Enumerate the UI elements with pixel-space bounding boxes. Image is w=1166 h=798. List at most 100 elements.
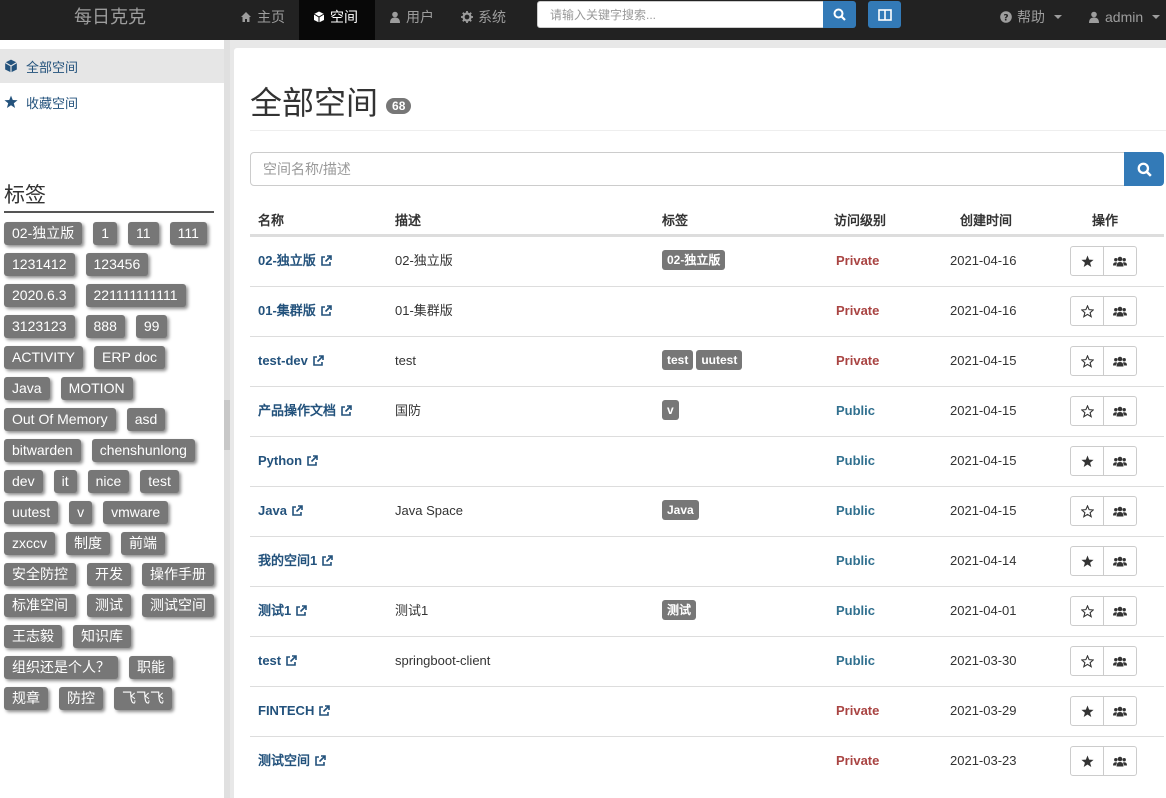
favorite-button[interactable]	[1070, 546, 1104, 576]
global-search-button[interactable]	[823, 1, 856, 28]
favorite-button[interactable]	[1070, 646, 1104, 676]
space-name-link[interactable]: 01-集群版	[258, 303, 332, 319]
tag-chip[interactable]: Java	[4, 377, 50, 400]
space-name-link[interactable]: test-dev	[258, 353, 324, 369]
members-button[interactable]	[1103, 646, 1137, 676]
tag-chip[interactable]: 开发	[87, 563, 131, 586]
tag-chip[interactable]: 安全防控	[4, 563, 76, 586]
tag-chip[interactable]: 221111111111	[85, 284, 186, 307]
favorite-button[interactable]	[1070, 296, 1104, 326]
global-search-input[interactable]: 请输入关键字搜索...	[537, 1, 824, 28]
brand-logo[interactable]: 每日克克	[74, 6, 146, 28]
space-name-link[interactable]: 测试空间	[258, 753, 326, 769]
space-tag[interactable]: Java	[662, 500, 699, 520]
space-tag[interactable]: uutest	[696, 350, 743, 370]
sidebar-item-favorites[interactable]: 收藏空间	[0, 85, 224, 119]
tag-chip[interactable]: 规章	[4, 687, 48, 710]
tag-chip[interactable]: 前端	[121, 532, 165, 555]
members-button[interactable]	[1103, 346, 1137, 376]
tag-chip[interactable]: 3123123	[4, 315, 75, 338]
members-button[interactable]	[1103, 546, 1137, 576]
layout-toggle-button[interactable]	[868, 1, 901, 28]
space-filter-button[interactable]	[1124, 152, 1164, 186]
members-button[interactable]	[1103, 596, 1137, 626]
members-button[interactable]	[1103, 746, 1137, 776]
tag-chip[interactable]: ACTIVITY	[4, 346, 84, 369]
tag-chip[interactable]: 职能	[129, 656, 173, 679]
favorite-button[interactable]	[1070, 446, 1104, 476]
members-button[interactable]	[1103, 396, 1137, 426]
nav-users[interactable]: 用户	[389, 0, 449, 40]
tag-chip[interactable]: ERP doc	[94, 346, 166, 369]
space-name-link[interactable]: Python	[258, 453, 318, 469]
tag-chip[interactable]: 测试	[87, 594, 131, 617]
tag-chip[interactable]: 飞飞飞	[114, 687, 172, 710]
tag-chip[interactable]: dev	[4, 470, 43, 493]
user-dropdown[interactable]: admin	[1088, 0, 1166, 40]
space-name-link[interactable]: test	[258, 653, 297, 669]
space-name: FINTECH	[258, 703, 315, 718]
tag-chip[interactable]: MOTION	[60, 377, 133, 400]
tag-chip[interactable]: 888	[85, 315, 125, 338]
members-button[interactable]	[1103, 696, 1137, 726]
space-tag[interactable]: 02-独立版	[662, 250, 726, 270]
favorite-button[interactable]	[1070, 396, 1104, 426]
favorite-button[interactable]	[1070, 696, 1104, 726]
tag-chip[interactable]: 知识库	[73, 625, 131, 648]
star-icon	[1080, 555, 1094, 567]
tag-chip[interactable]: 1	[93, 222, 118, 245]
space-tag[interactable]: test	[662, 350, 694, 370]
favorite-button[interactable]	[1070, 246, 1104, 276]
tag-chip[interactable]: 王志毅	[4, 625, 62, 648]
nav-system[interactable]: 系统	[461, 0, 531, 40]
tag-chip[interactable]: 防控	[59, 687, 103, 710]
tag-chip[interactable]: 99	[135, 315, 168, 338]
members-button[interactable]	[1103, 246, 1137, 276]
tag-chip[interactable]: uutest	[4, 501, 59, 524]
tag-chip[interactable]: 标准空间	[4, 594, 76, 617]
tag-chip[interactable]: 测试空间	[142, 594, 214, 617]
space-name-link[interactable]: 02-独立版	[258, 253, 332, 269]
tag-chip[interactable]: bitwarden	[4, 439, 81, 462]
tag-chip[interactable]: chenshunlong	[91, 439, 195, 462]
favorite-button[interactable]	[1070, 746, 1104, 776]
tag-chip[interactable]: vmware	[103, 501, 169, 524]
space-name-link[interactable]: Java	[258, 503, 303, 519]
tag-chip[interactable]: 组织还是个人？	[4, 656, 118, 679]
tag-chip[interactable]: test	[140, 470, 179, 493]
space-name-link[interactable]: FINTECH	[258, 703, 331, 719]
tag-chip[interactable]: 2020.6.3	[4, 284, 75, 307]
nav-home[interactable]: 主页	[238, 0, 296, 40]
tag-chip[interactable]: 制度	[66, 532, 110, 555]
tag-chip[interactable]: 1231412	[4, 253, 75, 276]
tag-chip[interactable]: 11	[128, 222, 159, 245]
tag-chip[interactable]: nice	[87, 470, 130, 493]
space-tag[interactable]: 测试	[662, 600, 697, 620]
space-name-link[interactable]: 测试1	[258, 603, 308, 619]
tag-chip[interactable]: it	[53, 470, 77, 493]
members-button[interactable]	[1103, 496, 1137, 526]
favorite-button[interactable]	[1070, 346, 1104, 376]
tag-chip[interactable]: 111	[169, 222, 207, 245]
tag-chip[interactable]: zxccv	[4, 532, 55, 555]
users-icon	[1113, 706, 1127, 716]
tag-chip[interactable]: Out Of Memory	[4, 408, 116, 431]
tag-chip[interactable]: asd	[126, 408, 166, 431]
sidebar-item-all-spaces[interactable]: 全部空间	[0, 49, 224, 83]
space-name-link[interactable]: 我的空间1	[258, 553, 334, 569]
sidebar-scrollbar-thumb[interactable]	[224, 400, 230, 450]
space-filter-input[interactable]: 空间名称/描述	[250, 152, 1125, 186]
favorite-button[interactable]	[1070, 596, 1104, 626]
space-name-link[interactable]: 产品操作文档	[258, 403, 352, 419]
tag-chip[interactable]: v	[69, 501, 93, 524]
tag-chip[interactable]: 操作手册	[142, 563, 214, 586]
access-level: Private	[836, 353, 880, 368]
favorite-button[interactable]	[1070, 496, 1104, 526]
tag-chip[interactable]: 123456	[85, 253, 149, 276]
nav-spaces[interactable]: 空间	[299, 0, 375, 40]
members-button[interactable]	[1103, 446, 1137, 476]
tag-chip[interactable]: 02-独立版	[4, 222, 83, 245]
help-dropdown[interactable]: ? 帮助	[1000, 0, 1062, 40]
space-tag[interactable]: v	[662, 400, 679, 420]
members-button[interactable]	[1103, 296, 1137, 326]
